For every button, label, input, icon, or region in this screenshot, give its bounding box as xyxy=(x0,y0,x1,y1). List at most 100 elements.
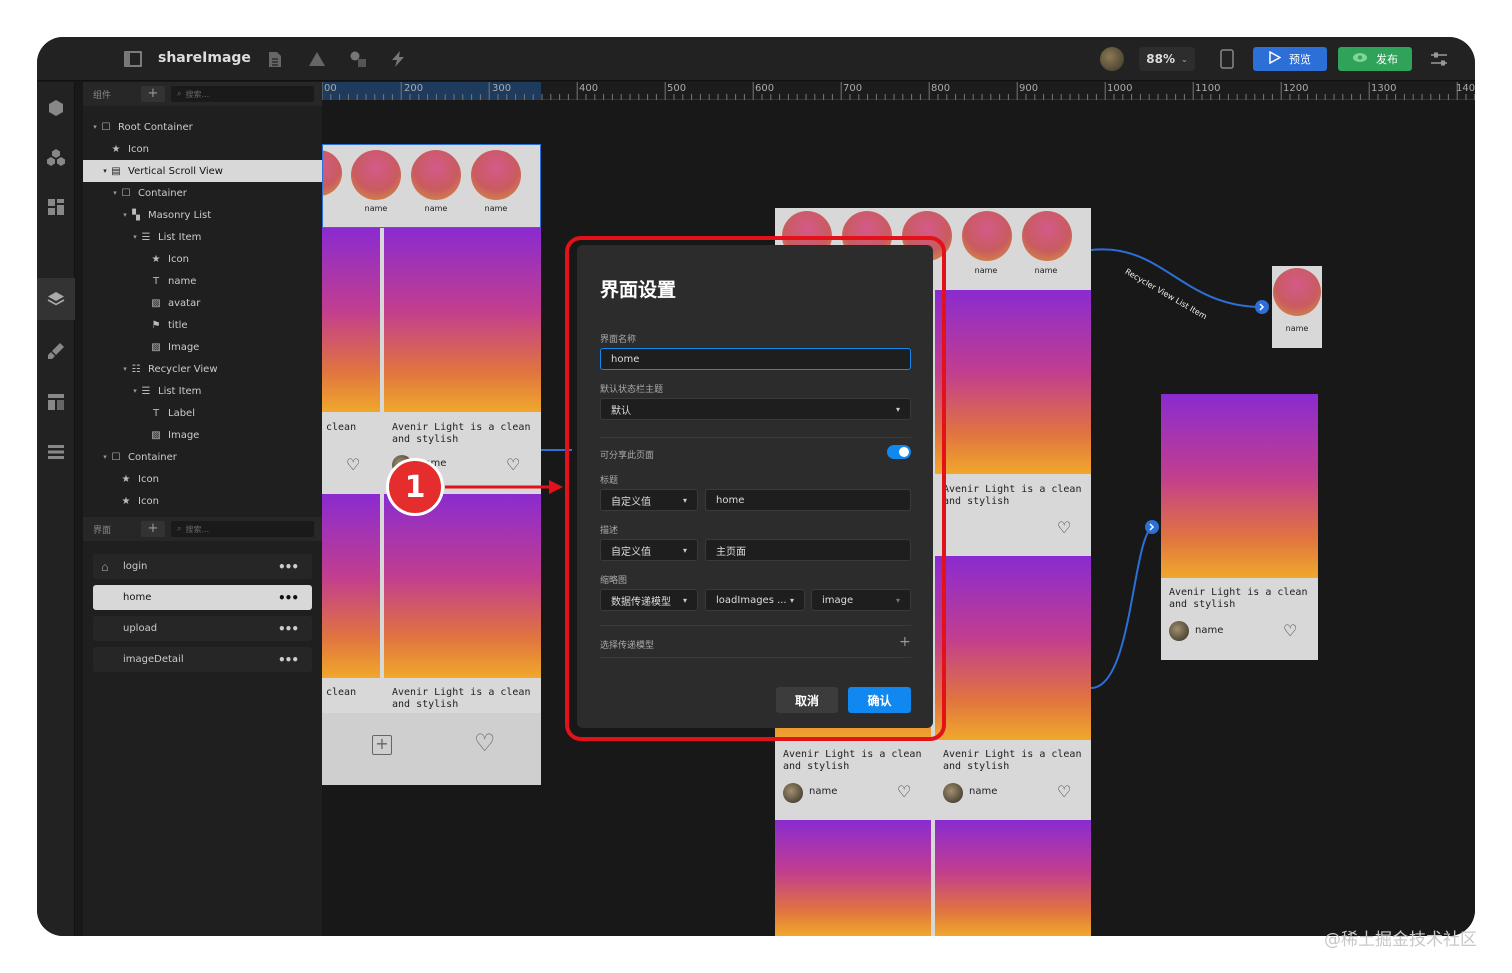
tree-row[interactable]: ▾ ▤ Vertical Scroll View xyxy=(83,160,322,182)
heart-icon[interactable]: ♡ xyxy=(506,457,520,473)
card-title: Avenir Light is a clean and stylish xyxy=(392,687,531,710)
page-item-label: upload xyxy=(123,623,158,634)
circle-name: name xyxy=(1034,266,1058,275)
heart-tab-icon[interactable]: ♡ xyxy=(474,731,496,755)
tree-row-label: Icon xyxy=(138,473,159,485)
tree-row-label: avatar xyxy=(168,297,201,309)
cube-icon[interactable] xyxy=(47,99,65,117)
horizontal-ruler[interactable]: 00 200 300 400 500 600 700 800 900 1000 1100 1200 13… xyxy=(322,82,1475,100)
grid-icon[interactable] xyxy=(47,393,65,411)
tree-row[interactable]: ⚑ title xyxy=(83,314,322,336)
avatar-circle xyxy=(1273,268,1321,316)
tree-row-label: name xyxy=(168,275,197,287)
user-avatar[interactable] xyxy=(1100,47,1124,71)
pages-panel-header: 界面 + ⌕ 搜索... xyxy=(83,517,322,541)
tree-row[interactable]: ▾ ☷ Recycler View xyxy=(83,358,322,380)
list-icon[interactable] xyxy=(47,443,65,461)
tree-row-label: Masonry List xyxy=(148,209,212,221)
publish-button[interactable]: 发布 xyxy=(1338,47,1412,71)
star-icon: ★ xyxy=(121,473,131,485)
expand-chevron-icon[interactable]: ▾ xyxy=(121,365,129,373)
add-component-button[interactable]: + xyxy=(141,86,165,102)
text-icon: T xyxy=(152,275,160,287)
more-options-icon[interactable]: ••• xyxy=(278,622,299,636)
tree-row-label: List Item xyxy=(158,385,202,397)
heart-icon[interactable]: ♡ xyxy=(346,457,360,473)
heart-icon[interactable]: ♡ xyxy=(1057,784,1071,800)
card-avatar xyxy=(1169,621,1189,641)
brush-icon[interactable] xyxy=(47,342,65,360)
card-image xyxy=(322,228,380,412)
ruler-tick-label: 1200 xyxy=(1283,83,1309,94)
tree-row[interactable]: ▨ Image xyxy=(83,336,322,358)
lightning-icon[interactable] xyxy=(386,47,410,71)
tree-row[interactable]: ▾ ▚ Masonry List xyxy=(83,204,322,226)
tree-row-label: Root Container xyxy=(118,121,193,133)
component-search-input[interactable]: ⌕ 搜索... xyxy=(171,86,314,102)
expand-chevron-icon[interactable]: ▾ xyxy=(101,167,109,175)
layers-icon[interactable] xyxy=(47,290,65,308)
tree-row[interactable]: ▾ ☐ Root Container xyxy=(83,116,322,138)
tree-row[interactable]: ▾ ☰ List Item xyxy=(83,226,322,248)
circle-name: name xyxy=(424,204,448,213)
tree-row[interactable]: Tname xyxy=(83,270,322,292)
card-image xyxy=(775,820,931,936)
heart-icon[interactable]: ♡ xyxy=(1057,520,1071,536)
components-icon[interactable] xyxy=(47,148,65,166)
star-icon: ★ xyxy=(151,253,161,265)
avatar-circle xyxy=(471,150,521,200)
add-square-icon[interactable]: + xyxy=(372,735,392,755)
heart-icon[interactable]: ♡ xyxy=(1283,623,1297,639)
expand-chevron-icon[interactable]: ▾ xyxy=(91,123,99,131)
tree-row[interactable]: ★ Icon xyxy=(83,248,322,270)
page-item-upload[interactable]: upload ••• xyxy=(93,616,312,641)
tree-row[interactable]: ★ Icon xyxy=(83,490,322,512)
zoom-select[interactable]: 88% ⌄ xyxy=(1139,47,1195,71)
tree-row[interactable]: ▾ ☐ Container xyxy=(83,182,322,204)
add-page-button[interactable]: + xyxy=(141,521,165,537)
ruler-tick-label: 1300 xyxy=(1371,83,1397,94)
expand-chevron-icon[interactable]: ▾ xyxy=(131,387,139,395)
page-item-imageDetail[interactable]: imageDetail ••• xyxy=(93,647,312,672)
more-options-icon[interactable]: ••• xyxy=(278,653,299,667)
tree-row[interactable]: ▾ ☐ Container xyxy=(83,446,322,468)
tree-row[interactable]: ★ Icon xyxy=(83,468,322,490)
page-item-login[interactable]: ⌂ login ••• xyxy=(93,554,312,579)
tree-row[interactable]: ▨ avatar xyxy=(83,292,322,314)
preview-button[interactable]: 预览 xyxy=(1253,47,1327,71)
document-icon[interactable] xyxy=(263,47,287,71)
page-item-label: imageDetail xyxy=(123,654,184,665)
device-icon[interactable] xyxy=(1215,47,1239,71)
page-search-input[interactable]: ⌕ 搜索... xyxy=(171,521,314,537)
tree-row[interactable]: ★ Icon xyxy=(83,138,322,160)
card-item-frame[interactable]: Avenir Light is a clean and stylish name… xyxy=(1161,394,1318,660)
heart-icon[interactable]: ♡ xyxy=(897,784,911,800)
list-item-frame[interactable]: name xyxy=(1272,266,1322,348)
expand-chevron-icon[interactable]: ▾ xyxy=(101,453,109,461)
settings-sliders-icon[interactable] xyxy=(1427,47,1451,71)
ruler-tick-label: 00 xyxy=(324,83,337,94)
star-icon: ★ xyxy=(111,143,121,155)
tree-row[interactable]: T Label xyxy=(83,402,322,424)
triangle-icon[interactable] xyxy=(305,47,329,71)
shapes-icon[interactable] xyxy=(346,47,370,71)
avatar-circle xyxy=(351,150,401,200)
expand-chevron-icon[interactable]: ▾ xyxy=(121,211,129,219)
avatar-circle xyxy=(962,211,1012,261)
circle-name: name xyxy=(974,266,998,275)
more-options-icon[interactable]: ••• xyxy=(278,591,299,605)
card-title: Avenir Light is a clean and stylish xyxy=(943,749,1082,772)
expand-chevron-icon[interactable]: ▾ xyxy=(131,233,139,241)
sidebar-toggle-icon[interactable] xyxy=(121,47,145,71)
image-icon: ▨ xyxy=(151,341,161,353)
card-image xyxy=(322,494,380,678)
more-options-icon[interactable]: ••• xyxy=(278,560,299,574)
layout-icon[interactable] xyxy=(47,198,65,216)
pages-panel-title: 界面 xyxy=(93,525,112,536)
tree-row-label: Recycler View xyxy=(148,363,218,375)
tree-row[interactable]: ▨ Image xyxy=(83,424,322,446)
tree-row-label: Icon xyxy=(168,253,189,265)
tree-row[interactable]: ▾ ☰ List Item xyxy=(83,380,322,402)
expand-chevron-icon[interactable]: ▾ xyxy=(111,189,119,197)
page-item-home[interactable]: home ••• xyxy=(93,585,312,610)
